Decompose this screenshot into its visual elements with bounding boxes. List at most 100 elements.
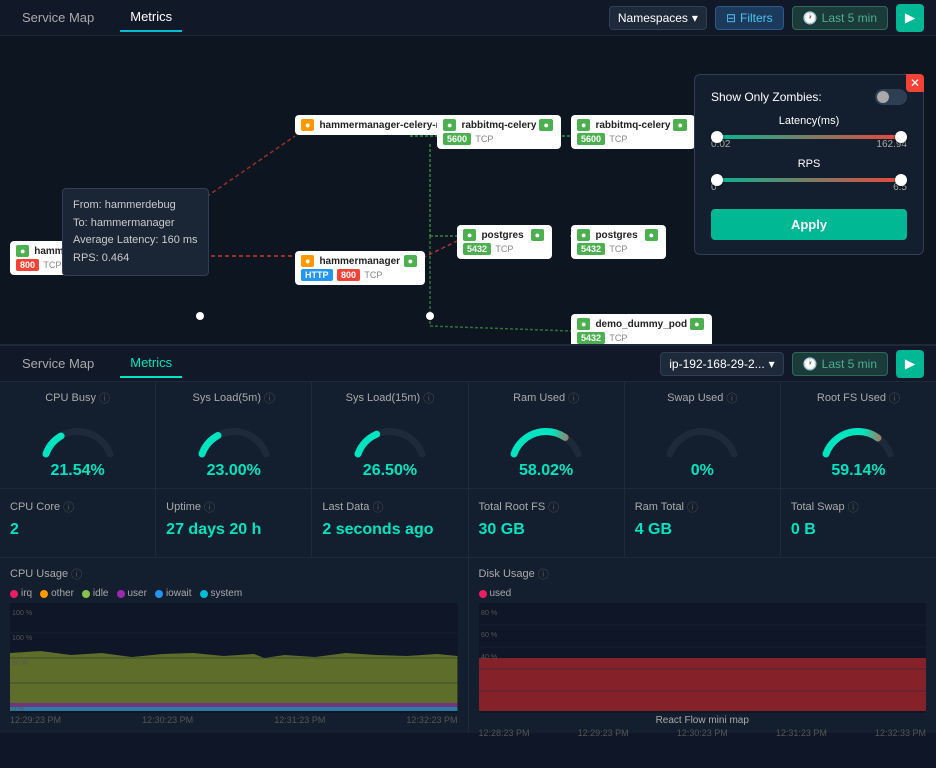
info-icon[interactable]: ⓘ	[848, 499, 859, 515]
rps-slider[interactable]	[711, 178, 907, 182]
cpu-chart-area: 100 % 100 % 50 % 0 %	[10, 603, 458, 713]
disk-chart-svg: 80 % 60 % 40 %	[479, 603, 927, 713]
filter-icon: ⊟	[726, 11, 736, 25]
metrics-tab-service-map[interactable]: Service Map	[12, 350, 104, 377]
gauge-value-ram-used: 58.02%	[519, 462, 573, 480]
node-postgres-2[interactable]: ● postgres ● 5432 TCP	[571, 225, 666, 259]
svg-text:100 %: 100 %	[12, 610, 33, 617]
info-title-total-swap: Total Swap ⓘ	[791, 499, 859, 515]
node-rabbitmq-celery-2[interactable]: ● rabbitmq-celery ● 5600 TCP	[571, 115, 695, 149]
legend-dot	[479, 590, 487, 598]
namespace-select[interactable]: Namespaces ▾	[609, 6, 707, 30]
info-icon[interactable]: ⓘ	[99, 390, 110, 406]
gauge-card-root-fs-used: Root FS Used ⓘ 59.14%	[781, 382, 936, 488]
rps-slider-max-thumb[interactable]	[895, 174, 907, 186]
info-title-ram-total: Ram Total ⓘ	[635, 499, 698, 515]
metrics-tab-metrics[interactable]: Metrics	[120, 349, 182, 378]
info-title-uptime: Uptime ⓘ	[166, 499, 215, 515]
gauge-card-sys-load-15m: Sys Load(15m) ⓘ 26.50%	[312, 382, 468, 488]
info-value-cpu-core: 2	[10, 521, 19, 539]
disk-chart-x-labels: 12:28:23 PM 12:29:23 PM 12:30:23 PM 12:3…	[479, 726, 927, 740]
cpu-chart-x-labels: 12:29:23 PM 12:30:23 PM 12:31:23 PM 12:3…	[10, 713, 458, 727]
info-icon[interactable]: ⓘ	[568, 390, 579, 406]
gauge-title-root-fs-used: Root FS Used ⓘ	[817, 390, 900, 406]
rps-label: RPS	[711, 158, 907, 170]
tab-service-map[interactable]: Service Map	[12, 4, 104, 31]
disk-usage-chart: Disk Usage ⓘ used	[469, 558, 936, 733]
gauge-value-sys-load-15m: 26.50%	[363, 462, 417, 480]
info-icon[interactable]: ⓘ	[538, 566, 549, 582]
info-icon[interactable]: ⓘ	[71, 566, 82, 582]
legend-system: system	[200, 588, 243, 599]
info-icon[interactable]: ⓘ	[687, 499, 698, 515]
gauge-cards-row: CPU Busy ⓘ 21.54% Sys Load(5m)	[0, 382, 936, 489]
info-icon[interactable]: ⓘ	[264, 390, 275, 406]
service-map-area: From: hammerdebug To: hammermanager Aver…	[0, 36, 936, 346]
node-demo-dummy-pod[interactable]: ● demo_dummy_pod ● 5432 TCP	[571, 314, 712, 346]
legend-dot	[82, 590, 90, 598]
latency-slider-container: 0.02 162.94	[711, 135, 907, 150]
play-button[interactable]: ▶	[896, 4, 924, 32]
info-card-uptime: Uptime ⓘ 27 days 20 h	[156, 489, 312, 557]
info-icon[interactable]: ⓘ	[204, 499, 215, 515]
chevron-down-icon: ▾	[692, 11, 698, 25]
cpu-chart-title: CPU Usage ⓘ	[10, 566, 458, 582]
clock-icon: 🕐	[803, 11, 818, 25]
top-bar-right: Namespaces ▾ ⊟ Filters 🕐 Last 5 min ▶	[609, 4, 924, 32]
zombies-toggle[interactable]	[875, 89, 907, 105]
info-card-cpu-core: CPU Core ⓘ 2	[0, 489, 156, 557]
gauge-svg-root-fs-used	[818, 410, 898, 460]
info-title-cpu-core: CPU Core ⓘ	[10, 499, 74, 515]
gauge-title-sys-load-5m: Sys Load(5m) ⓘ	[193, 390, 275, 406]
gauge-svg-ram-used	[506, 410, 586, 460]
disk-chart-legend: used	[479, 588, 927, 599]
metrics-section: Service Map Metrics ip-192-168-29-2... ▾…	[0, 346, 936, 768]
info-icon[interactable]: ⓘ	[63, 499, 74, 515]
info-value-total-root-fs: 30 GB	[479, 521, 525, 539]
metrics-time-button[interactable]: 🕐 Last 5 min	[792, 352, 888, 376]
filter-button[interactable]: ⊟ Filters	[715, 6, 784, 30]
info-icon[interactable]: ⓘ	[372, 499, 383, 515]
node-hammermanager[interactable]: ● hammermanager ● HTTP 800 TCP	[295, 251, 425, 285]
panel-close-button[interactable]: ✕	[906, 74, 924, 92]
info-icon[interactable]: ⓘ	[726, 390, 737, 406]
svg-text:0 %: 0 %	[12, 706, 25, 713]
tab-metrics[interactable]: Metrics	[120, 3, 182, 32]
disk-chart-area: 80 % 60 % 40 %	[479, 603, 927, 713]
charts-row: CPU Usage ⓘ irq other idle user	[0, 558, 936, 733]
info-card-total-swap: Total Swap ⓘ 0 B	[781, 489, 936, 557]
latency-slider-max-thumb[interactable]	[895, 131, 907, 143]
info-icon[interactable]: ⓘ	[423, 390, 434, 406]
gauge-value-cpu-busy: 21.54%	[50, 462, 104, 480]
show-zombies-row: Show Only Zombies:	[711, 89, 907, 105]
svg-text:60 %: 60 %	[481, 632, 498, 639]
top-bar: Service Map Metrics Namespaces ▾ ⊟ Filte…	[0, 0, 936, 36]
info-card-ram-total: Ram Total ⓘ 4 GB	[625, 489, 781, 557]
info-icon[interactable]: ⓘ	[889, 390, 900, 406]
rps-slider-min-thumb[interactable]	[711, 174, 723, 186]
metrics-play-button[interactable]: ▶	[896, 350, 924, 378]
apply-button[interactable]: Apply	[711, 209, 907, 240]
svg-text:40 %: 40 %	[481, 654, 498, 661]
info-icon[interactable]: ⓘ	[548, 499, 559, 515]
disk-chart-title: Disk Usage ⓘ	[479, 566, 927, 582]
gauge-svg-sys-load-15m	[350, 410, 430, 460]
latency-slider-min-thumb[interactable]	[711, 131, 723, 143]
clock-icon: 🕐	[803, 357, 818, 371]
node-tag: ●	[16, 245, 29, 257]
node-postgres-1[interactable]: ● postgres ● 5432 TCP	[457, 225, 552, 259]
legend-user: user	[117, 588, 147, 599]
info-value-last-data: 2 seconds ago	[322, 521, 433, 539]
gauge-title-sys-load-15m: Sys Load(15m) ⓘ	[346, 390, 435, 406]
legend-dot	[200, 590, 208, 598]
legend-dot	[10, 590, 18, 598]
time-range-button[interactable]: 🕐 Last 5 min	[792, 6, 888, 30]
info-card-last-data: Last Data ⓘ 2 seconds ago	[312, 489, 468, 557]
instance-select[interactable]: ip-192-168-29-2... ▾	[660, 352, 783, 376]
gauge-svg-sys-load-5m	[194, 410, 274, 460]
gauge-value-swap-used: 0%	[691, 462, 714, 480]
info-value-uptime: 27 days 20 h	[166, 521, 261, 539]
latency-slider[interactable]	[711, 135, 907, 139]
svg-text:50 %: 50 %	[12, 660, 29, 667]
node-rabbitmq-celery-1[interactable]: ● rabbitmq-celery ● 5600 TCP	[437, 115, 561, 149]
